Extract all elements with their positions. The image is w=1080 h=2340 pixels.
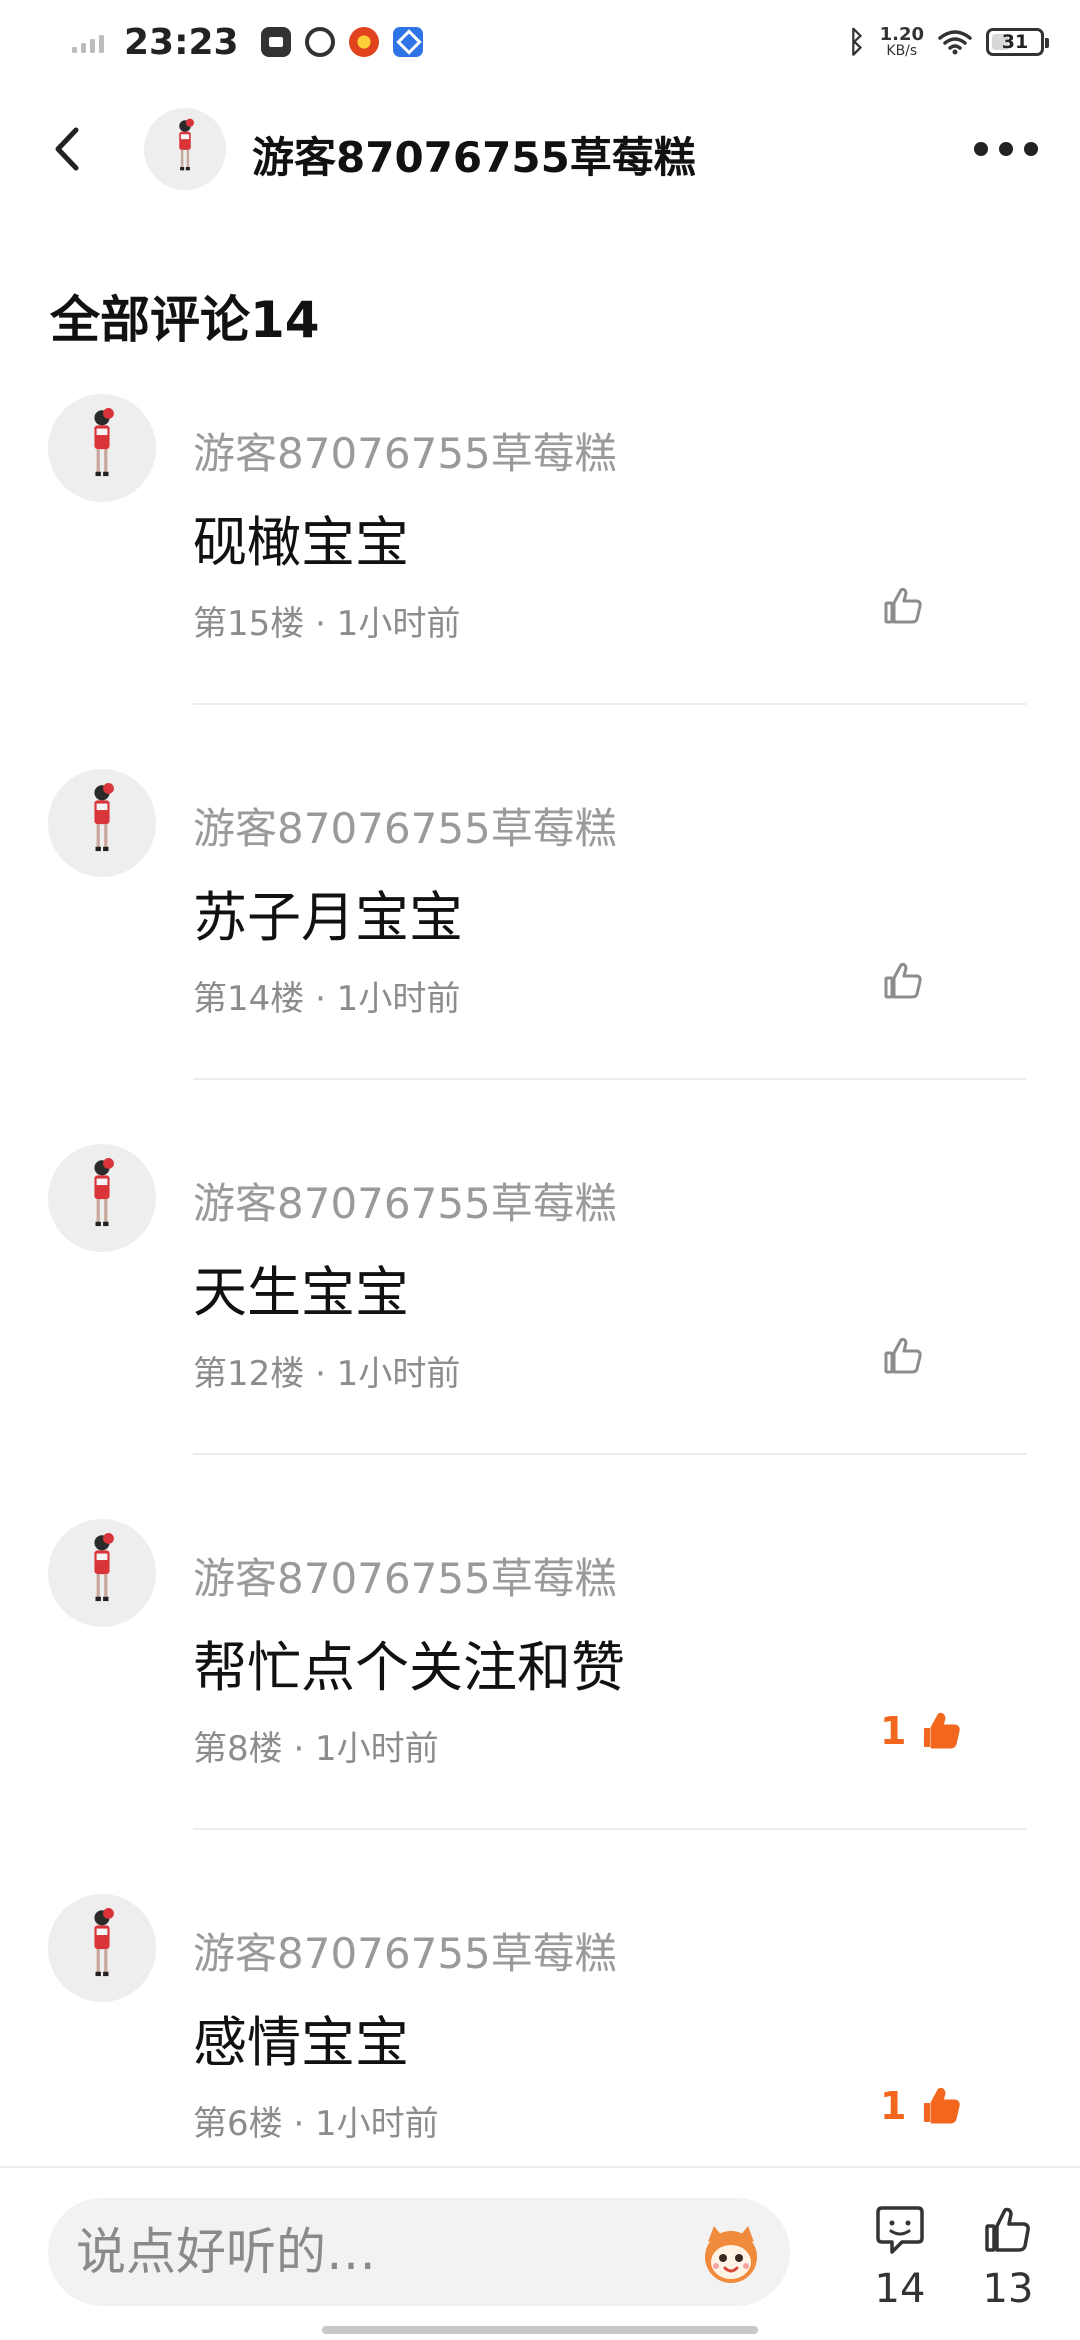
comment-meta: 第14楼 · 1小时前 [193, 979, 461, 1019]
page-header: 游客87076755草莓糕 [0, 104, 1080, 194]
battery-icon: 31 [986, 28, 1049, 56]
page-like-button[interactable]: 13 [980, 2202, 1036, 2312]
comment-divider [193, 1453, 1026, 1455]
avatar-figure-icon [144, 108, 226, 190]
more-dots-icon[interactable] [974, 142, 1038, 158]
comment-meta: 第6楼 · 1小时前 [193, 2104, 439, 2144]
thumbs-up-icon [884, 962, 922, 999]
comment-author[interactable]: 游客87076755草莓糕 [193, 1920, 617, 1981]
status-bar: 23:23 ᛒ 1.20 KB/s 31 [0, 0, 1080, 84]
comment-bubble-icon [876, 2206, 924, 2254]
ring-app-icon [304, 27, 335, 57]
comment-author[interactable]: 游客87076755草莓糕 [193, 1170, 617, 1231]
avatar-figure-icon [48, 394, 156, 502]
comment-count-button[interactable]: 14 [872, 2202, 928, 2312]
comment-avatar[interactable] [48, 1519, 156, 1627]
header-user-name[interactable]: 游客87076755草莓糕 [252, 124, 696, 185]
avatar-figure-icon [48, 1519, 156, 1627]
red-app-icon [348, 27, 379, 57]
comment-avatar[interactable] [48, 1894, 156, 2002]
comment-meta: 第8楼 · 1小时前 [193, 1729, 439, 1769]
comment-divider [193, 703, 1026, 705]
comment-text: 砚橄宝宝 [193, 511, 409, 574]
home-indicator[interactable] [322, 2326, 758, 2334]
battery-level: 31 [1001, 31, 1029, 53]
header-avatar[interactable] [144, 108, 226, 190]
chevron-left-icon[interactable] [46, 126, 92, 172]
comment-author[interactable]: 游客87076755草莓糕 [193, 420, 617, 481]
comment-item: 游客87076755草莓糕 帮忙点个关注和赞 第8楼 · 1小时前 1 [0, 1515, 1080, 1890]
like-button[interactable]: 1 [880, 1707, 966, 1755]
status-time: 23:23 [124, 21, 239, 63]
comments-section-title: 全部评论14 [50, 291, 320, 349]
blue-app-icon [392, 27, 423, 57]
comment-text: 感情宝宝 [193, 2011, 409, 2074]
thumbs-up-filled-icon [924, 2087, 961, 2124]
like-button[interactable] [880, 582, 928, 630]
comment-meta: 第15楼 · 1小时前 [193, 604, 461, 644]
avatar-figure-icon [48, 1894, 156, 2002]
comments-page: 23:23 ᛒ 1.20 KB/s 31 游客87076755草莓糕 全部评论1… [0, 0, 1080, 2340]
thumbs-up-icon [985, 2207, 1030, 2252]
comment-text: 天生宝宝 [193, 1261, 409, 1324]
comment-item: 游客87076755草莓糕 天生宝宝 第12楼 · 1小时前 [0, 1140, 1080, 1515]
status-right: ᛒ 1.20 KB/s 31 [847, 24, 1049, 60]
like-button[interactable]: 1 [880, 2082, 966, 2130]
network-speed: 1.20 KB/s [879, 24, 924, 59]
wifi-icon [938, 30, 972, 55]
like-button[interactable] [880, 957, 928, 1005]
avatar-figure-icon [48, 769, 156, 877]
comment-input-placeholder: 说点好听的… [76, 2223, 376, 2281]
network-speed-unit: KB/s [886, 43, 918, 59]
avatar-figure-icon [48, 1144, 156, 1252]
thumbs-up-icon [884, 587, 922, 624]
comment-item: 游客87076755草莓糕 砚橄宝宝 第15楼 · 1小时前 [0, 390, 1080, 765]
like-count: 13 [982, 2266, 1034, 2312]
comment-divider [193, 1078, 1026, 1080]
comment-count: 14 [874, 2266, 926, 2312]
comment-text: 帮忙点个关注和赞 [193, 1636, 625, 1699]
like-count: 1 [880, 1709, 907, 1753]
comment-author[interactable]: 游客87076755草莓糕 [193, 795, 617, 856]
comment-author[interactable]: 游客87076755草莓糕 [193, 1545, 617, 1606]
signal-icon [72, 31, 104, 53]
mascot-emoji-icon[interactable] [696, 2220, 766, 2290]
bluetooth-icon: ᛒ [847, 24, 866, 60]
comment-meta: 第12楼 · 1小时前 [193, 1354, 461, 1394]
status-left: 23:23 [72, 22, 423, 63]
comment-avatar[interactable] [48, 1144, 156, 1252]
comment-avatar[interactable] [48, 769, 156, 877]
like-count: 1 [880, 2084, 907, 2128]
thumbs-up-icon [884, 1337, 922, 1374]
comment-item: 游客87076755草莓糕 苏子月宝宝 第14楼 · 1小时前 [0, 765, 1080, 1140]
like-button[interactable] [880, 1332, 928, 1380]
bottom-action-bar: 说点好听的… 14 13 [0, 2166, 1080, 2340]
app-notification-icon [260, 27, 291, 57]
comment-divider [193, 1828, 1026, 1830]
comment-avatar[interactable] [48, 394, 156, 502]
comment-text: 苏子月宝宝 [193, 886, 463, 949]
thumbs-up-filled-icon [924, 1712, 961, 1749]
network-speed-value: 1.20 [879, 24, 924, 45]
